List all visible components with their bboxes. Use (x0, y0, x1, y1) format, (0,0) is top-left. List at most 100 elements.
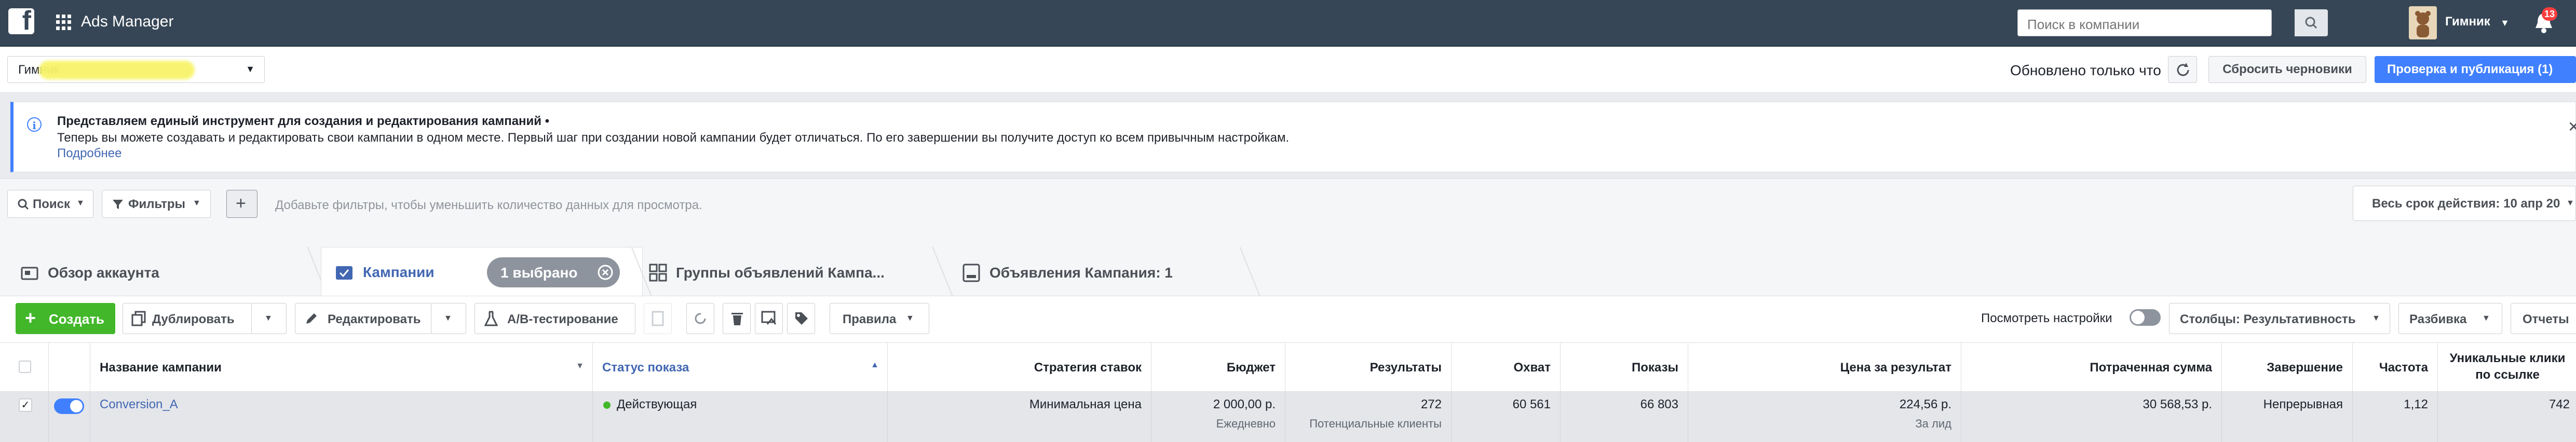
clear-selection-icon[interactable] (597, 264, 614, 281)
sort-icon[interactable]: ▼ (576, 362, 584, 371)
pencil-icon (306, 313, 317, 324)
duplicate-label: Дублировать (152, 312, 235, 326)
column-header-impressions[interactable]: Показы (1561, 343, 1688, 392)
budget-period: Ежедневно (1216, 417, 1276, 430)
reset-drafts-button[interactable]: Сбросить черновики (2208, 56, 2366, 83)
column-header-budget[interactable]: Бюджет (1151, 343, 1285, 392)
column-label: Название кампании (100, 361, 222, 375)
edit-dropdown[interactable]: ▼ (431, 303, 466, 334)
reach-cell: 60 561 (1452, 391, 1561, 442)
column-header-reach[interactable]: Охват (1452, 343, 1561, 392)
info-icon: i (27, 117, 42, 132)
campaign-toggle[interactable] (54, 398, 84, 414)
column-label: Частота (2379, 361, 2428, 375)
company-search-input[interactable] (2026, 16, 2236, 33)
tab-ad-sets[interactable]: Группы объявлений Кампа... (639, 247, 942, 300)
delete-button[interactable] (723, 303, 751, 334)
chevron-down-icon[interactable]: ▼ (2500, 18, 2510, 29)
create-button[interactable]: + Создать (16, 303, 115, 334)
campaign-name-link[interactable]: Conversion_A (100, 397, 178, 412)
date-range-selector[interactable]: Весь срок действия: 10 апр 20 ▼ (2353, 186, 2576, 221)
results-type: Потенциальные клиенты (1309, 417, 1442, 430)
view-settings-toggle[interactable] (2130, 309, 2161, 326)
tab-ads[interactable]: Объявления Кампания: 1 (951, 247, 1265, 300)
delete-draft-button[interactable] (644, 303, 672, 334)
plus-icon: + (25, 307, 36, 328)
ab-test-button[interactable]: A/B-тестирование (474, 303, 635, 334)
column-header-strategy[interactable]: Стратегия ставок (888, 343, 1151, 392)
account-name-redaction (39, 61, 195, 79)
breakdown-button[interactable]: Разбивка ▼ (2398, 303, 2502, 334)
create-label: Создать (49, 311, 104, 327)
funnel-icon (113, 200, 123, 209)
discard-button[interactable] (686, 303, 714, 334)
impressions-cell: 66 803 (1561, 391, 1688, 442)
row-toggle-cell (49, 391, 90, 442)
account-overview-icon (21, 267, 38, 280)
column-header-name[interactable]: Название кампании ▼ (90, 343, 593, 392)
duplicate-dropdown[interactable]: ▼ (251, 303, 287, 334)
tab-label: Объявления Кампания: 1 (989, 265, 1173, 281)
strategy-value: Минимальная цена (1029, 397, 1142, 411)
selected-count-pill[interactable]: 1 выбрано (487, 257, 620, 287)
chevron-down-icon: ▼ (2566, 199, 2574, 208)
trash-icon (731, 313, 743, 325)
ab-test-label: A/B-тестирование (507, 312, 618, 326)
avatar[interactable] (2409, 6, 2437, 39)
banner-title: Представляем единый инструмент для созда… (57, 114, 550, 128)
column-header-unique-clicks[interactable]: Уникальные клики по ссылке (2438, 343, 2576, 392)
column-header-ends[interactable]: Завершение (2222, 343, 2353, 392)
review-publish-button[interactable]: Проверка и публикация (1) (2375, 56, 2576, 83)
add-filter-button[interactable]: + (226, 190, 257, 218)
updated-status-text: Обновлено только что (2010, 62, 2161, 78)
column-header-cost-per-result[interactable]: Цена за результат (1688, 343, 1961, 392)
breakdown-label: Разбивка (2409, 312, 2467, 326)
duplicate-button[interactable]: Дублировать (123, 303, 252, 334)
frequency-cell: 1,12 (2353, 391, 2438, 442)
learn-more-link[interactable]: Подробнее (57, 146, 121, 161)
duplicate-icon (131, 311, 146, 326)
apps-grid-icon[interactable] (56, 15, 72, 30)
search-filter-button[interactable]: Поиск ▼ (7, 190, 93, 218)
reports-label: Отчеты (2523, 312, 2569, 326)
column-header-spent[interactable]: Потраченная сумма (1961, 343, 2222, 392)
rules-button[interactable]: Правила ▼ (830, 303, 929, 334)
tab-account-overview[interactable]: Обзор аккаунта (9, 247, 316, 300)
column-label: Потраченная сумма (2090, 361, 2212, 375)
unique-clicks-cell: 742 (2438, 391, 2576, 442)
date-range-label: Весь срок действия: 10 апр 20 (2372, 197, 2560, 211)
edit-button[interactable]: Редактировать (295, 303, 432, 334)
search-button[interactable] (2295, 9, 2328, 36)
user-name[interactable]: Гимник (2445, 15, 2490, 29)
column-header-results[interactable]: Результаты (1285, 343, 1452, 392)
table-row[interactable]: ✓ Conversion_A Действующая Минимальная ц… (0, 391, 2576, 442)
budget-value: 2 000,00 р. (1213, 397, 1276, 411)
table-header: Название кампании ▼ Статус показа ▲ Стра… (0, 342, 2576, 392)
app-title[interactable]: Ads Manager (81, 13, 173, 31)
close-icon[interactable]: ✕ (2568, 118, 2576, 135)
row-checkbox[interactable]: ✓ (19, 398, 32, 412)
sort-ascending-icon[interactable]: ▲ (871, 361, 879, 370)
select-all-checkbox[interactable] (19, 361, 31, 373)
refresh-button[interactable] (2168, 56, 2197, 83)
reports-button[interactable]: Отчеты (2511, 303, 2576, 334)
column-header-status[interactable]: Статус показа ▲ (593, 343, 888, 392)
status-active-dot (603, 402, 611, 409)
facebook-logo-icon[interactable]: f (8, 6, 34, 36)
company-search-field[interactable] (2017, 9, 2272, 36)
column-label: Статус показа (602, 361, 689, 375)
account-selector[interactable]: Гимник ▼ (7, 56, 265, 83)
filter-hint[interactable]: Добавьте фильтры, чтобы уменьшить количе… (275, 198, 702, 213)
columns-button[interactable]: Столбцы: Результативность ▼ (2169, 303, 2390, 334)
column-header-frequency[interactable]: Частота (2353, 343, 2438, 392)
filters-button[interactable]: Фильтры ▼ (102, 190, 211, 218)
preview-button[interactable] (755, 303, 783, 334)
spent-cell: 30 568,53 р. (1961, 391, 2222, 442)
reach-value: 60 561 (1512, 397, 1551, 411)
chevron-down-icon: ▼ (246, 64, 255, 74)
rules-label: Правила (843, 312, 897, 326)
ads-icon (962, 264, 980, 282)
ends-cell: Непрерывная (2222, 391, 2353, 442)
results-cell: 272 Потенциальные клиенты (1285, 391, 1452, 442)
tag-button[interactable] (787, 303, 815, 334)
